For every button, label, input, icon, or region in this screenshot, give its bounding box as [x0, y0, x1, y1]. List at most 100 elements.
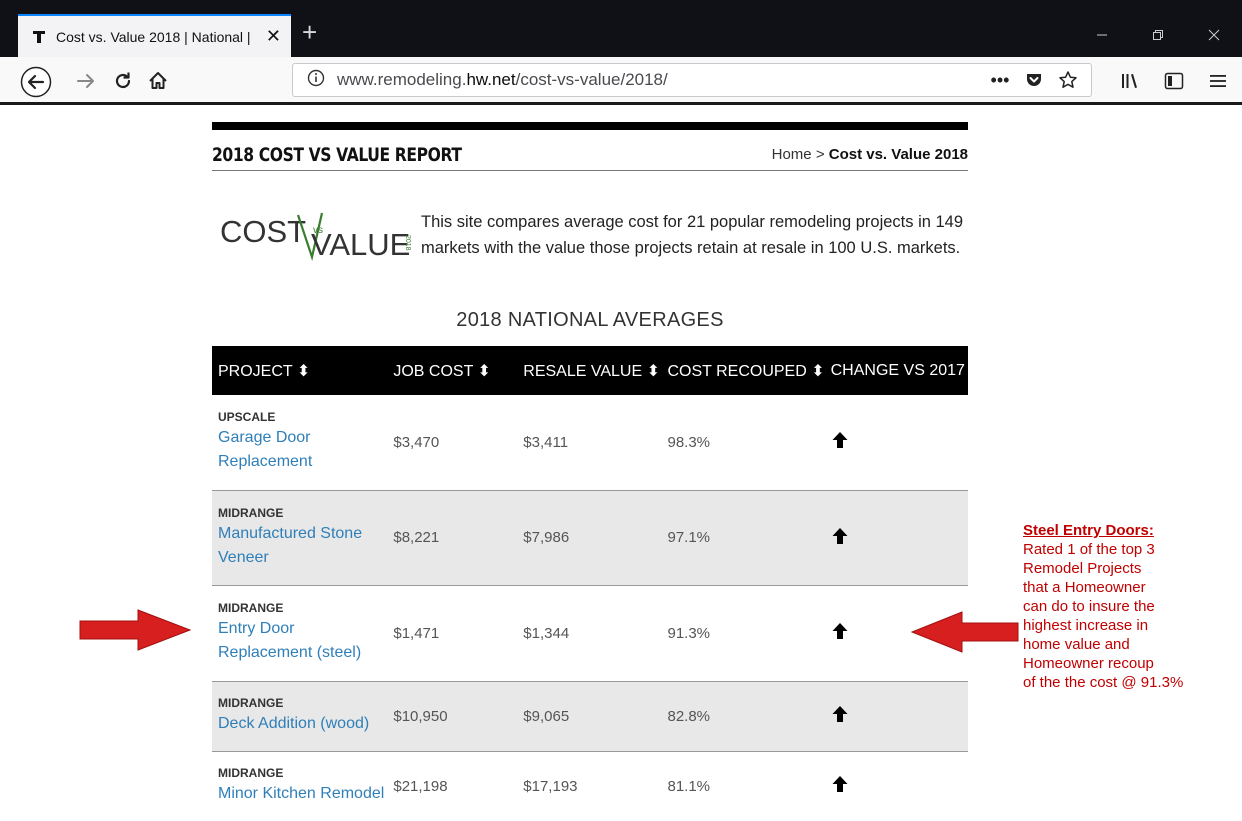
cost-recouped-cell: 98.3% [661, 395, 825, 491]
job-cost-cell: $10,950 [387, 681, 518, 752]
steel-entry-doors-annotation: Steel Entry Doors: Rated 1 of the top 3 … [1023, 521, 1238, 692]
project-name-line-2: Replacement [218, 453, 313, 471]
browser-tab-active[interactable]: Cost vs. Value 2018 | National | ✕ [18, 14, 291, 57]
url-prefix: www.remodeling. [337, 70, 467, 89]
project-cell: MIDRANGE Minor Kitchen Remodel [212, 751, 387, 821]
column-header-change-vs-2017: CHANGE VS 2017 [824, 346, 968, 395]
cost-vs-value-logo: COST vs VALUE 2018 [212, 205, 412, 265]
header-rule [212, 122, 968, 130]
column-label: COST RECOUPED [667, 362, 807, 380]
resale-value-cell: $17,193 [523, 777, 578, 795]
url-text: www.remodeling.hw.net/cost-vs-value/2018… [337, 70, 668, 90]
project-link[interactable]: Minor Kitchen Remodel [218, 785, 384, 802]
tier-label: MIDRANGE [218, 766, 284, 781]
job-cost-cell: $21,198 [393, 777, 448, 795]
annotation-line: Remodel Projects [1023, 560, 1142, 577]
arrow-up-icon [831, 622, 849, 644]
change-cell [824, 681, 968, 752]
change-cell [824, 395, 968, 491]
address-bar[interactable]: www.remodeling.hw.net/cost-vs-value/2018… [292, 63, 1092, 97]
site-info-icon[interactable] [307, 69, 325, 92]
column-label: JOB COST [393, 362, 474, 380]
column-header-cost-recouped[interactable]: COST RECOUPED ⬍ [661, 346, 825, 395]
project-cell: MIDRANGE Deck Addition (wood) [212, 681, 388, 752]
resale-value-cell: $9,065 [517, 681, 662, 752]
tab-bar: Cost vs. Value 2018 | National | ✕ + [0, 0, 1242, 57]
restore-icon[interactable] [1130, 14, 1186, 56]
national-averages-title: 2018 NATIONAL AVERAGES [456, 309, 724, 331]
project-link[interactable]: Garage Door Replacement [218, 429, 312, 470]
site-favicon-icon [32, 30, 46, 44]
toolbar-right [1108, 57, 1240, 105]
reload-icon[interactable] [110, 68, 136, 94]
column-header-resale-value[interactable]: RESALE VALUE ⬍ [517, 346, 662, 395]
minimize-icon[interactable] [1074, 14, 1130, 56]
table-row: MIDRANGE Entry Door Replacement (steel) $1… [212, 585, 968, 682]
close-window-icon[interactable] [1186, 14, 1242, 56]
pocket-icon[interactable] [1017, 71, 1051, 89]
project-cell: UPSCALE Garage Door Replacement [212, 395, 388, 491]
close-tab-icon[interactable]: ✕ [266, 26, 281, 47]
arrow-up-icon [831, 527, 849, 549]
page-header: 2018 COST VS VALUE REPORT Home > Cost vs… [212, 136, 968, 171]
column-label: PROJECT [218, 362, 293, 380]
logo-year-text: 2018 [404, 235, 411, 251]
intro-line-2: markets with the value those projects re… [421, 239, 961, 257]
table-row: MIDRANGE Manufactured Stone Veneer $8,221 … [212, 490, 968, 586]
project-link[interactable]: Manufactured Stone Veneer [218, 525, 362, 566]
resale-value-cell: $1,344 [517, 585, 662, 682]
bookmark-star-icon[interactable] [1051, 70, 1085, 90]
breadcrumb: Home > Cost vs. Value 2018 [772, 146, 968, 163]
column-header-job-cost[interactable]: JOB COST ⬍ [387, 346, 518, 395]
home-icon[interactable] [145, 68, 171, 94]
table-row: MIDRANGE Minor Kitchen Remodel $21,198 $1… [212, 751, 968, 821]
sort-icon: ⬍ [477, 362, 491, 380]
logo-cost-text: COST [220, 214, 306, 249]
cost-recouped-cell: 97.1% [661, 490, 825, 586]
resale-value-cell: $7,986 [517, 490, 662, 586]
annotation-line: home value and [1023, 636, 1130, 653]
tier-label: MIDRANGE [218, 696, 284, 710]
sidebar-icon[interactable] [1152, 72, 1196, 90]
annotation-line: Rated 1 of the top 3 [1023, 541, 1155, 558]
table-row: UPSCALE Garage Door Replacement $3,470 $3,… [212, 395, 968, 491]
annotation-title: Steel Entry Doors: [1023, 522, 1154, 539]
breadcrumb-home-link[interactable]: Home [772, 146, 812, 163]
annotation-line: that a Homeowner [1023, 579, 1146, 596]
back-icon[interactable] [20, 66, 52, 98]
intro-description: This site compares average cost for 21 p… [421, 209, 963, 261]
navigation-toolbar: www.remodeling.hw.net/cost-vs-value/2018… [0, 57, 1242, 105]
column-header-project[interactable]: PROJECT ⬍ [212, 346, 388, 395]
annotation-line: can do to insure the [1023, 598, 1155, 615]
arrow-up-icon [831, 431, 849, 453]
table-header-row: PROJECT ⬍ JOB COST ⬍ RESALE VALUE ⬍ COST… [212, 346, 968, 395]
window-controls [1074, 14, 1242, 56]
cost-recouped-cell: 82.8% [661, 681, 825, 752]
menu-icon[interactable] [1196, 73, 1240, 89]
annotation-line: Homeowner recoup [1023, 655, 1154, 672]
left-annotation-arrow-icon [78, 608, 193, 657]
forward-icon[interactable] [73, 68, 99, 94]
sort-icon: ⬍ [296, 362, 311, 380]
new-tab-button[interactable]: + [302, 19, 317, 45]
annotation-line: highest increase in [1023, 617, 1149, 634]
project-cell: MIDRANGE Entry Door Replacement (steel) [212, 585, 388, 682]
cost-recouped-cell: 91.3% [661, 585, 825, 682]
library-icon[interactable] [1108, 72, 1152, 90]
sort-icon: ⬍ [646, 362, 661, 380]
project-cell: MIDRANGE Manufactured Stone Veneer [212, 490, 388, 586]
page-actions-icon[interactable]: ••• [983, 70, 1017, 91]
page-title: 2018 COST VS VALUE REPORT [212, 144, 462, 166]
project-link[interactable]: Entry Door Replacement (steel) [218, 620, 361, 661]
change-cell [824, 490, 968, 586]
arrow-up-icon [831, 775, 849, 797]
logo-value-text: VALUE [311, 227, 410, 262]
resale-value-cell: $3,411 [517, 395, 662, 491]
arrow-up-icon [831, 705, 849, 727]
job-cost-cell: $8,221 [387, 490, 518, 586]
url-path: /cost-vs-value/2018/ [515, 70, 668, 89]
job-cost-cell: $1,471 [387, 585, 518, 682]
project-link[interactable]: Deck Addition (wood) [218, 715, 369, 732]
column-label: CHANGE VS 2017 [830, 361, 965, 379]
project-name-line-2: Veneer [218, 548, 269, 566]
